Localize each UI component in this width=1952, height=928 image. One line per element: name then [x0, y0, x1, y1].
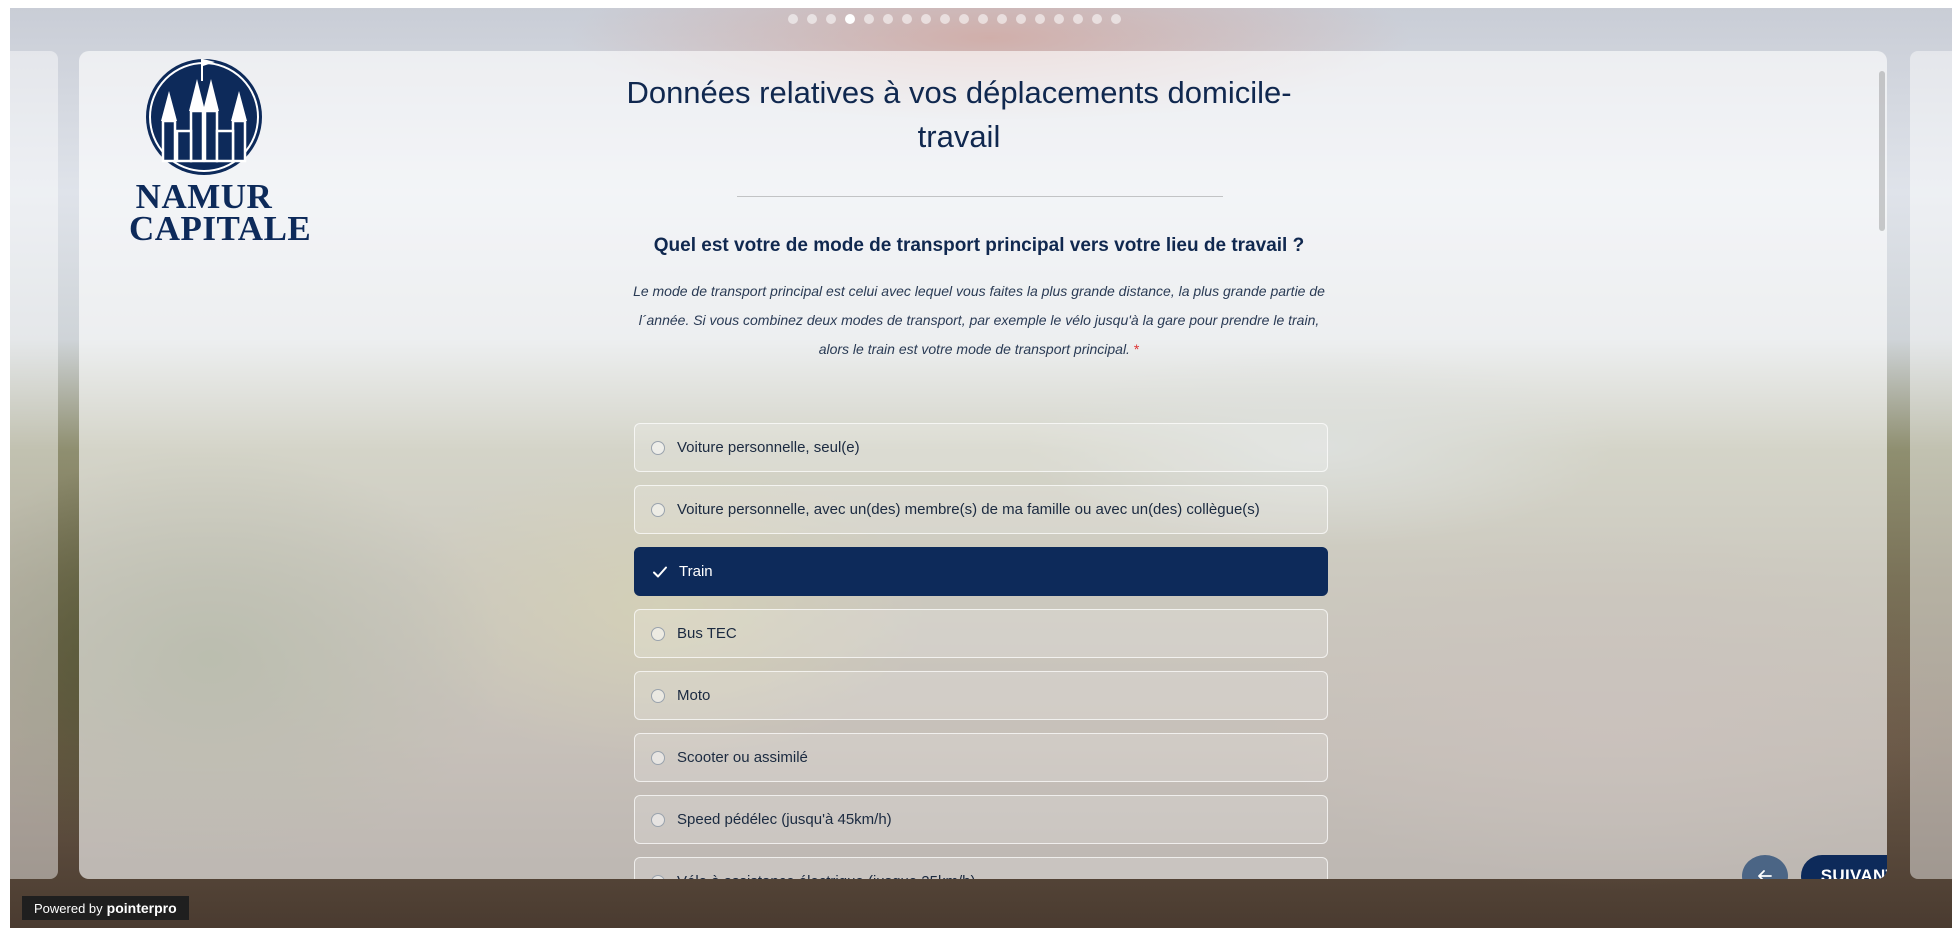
progress-dot [940, 14, 950, 24]
radio-icon [651, 688, 665, 703]
progress-dot [978, 14, 988, 24]
radio-icon [651, 440, 665, 455]
answer-option-label: Moto [677, 687, 711, 704]
progress-dot [845, 14, 855, 24]
powered-prefix: Powered by [34, 900, 103, 916]
powered-by-badge[interactable]: Powered by pointerpro [22, 896, 189, 920]
progress-dot [921, 14, 931, 24]
answer-option-label: Bus TEC [677, 625, 737, 642]
next-button[interactable]: SUIVANT [1801, 855, 1887, 879]
previous-card-peek [10, 51, 58, 879]
progress-dot [959, 14, 969, 24]
arrow-left-icon [1758, 870, 1772, 879]
progress-dot [902, 14, 912, 24]
survey-card: NAMUR CAPITALE Données relatives à vos d… [79, 51, 1887, 879]
progress-dot [997, 14, 1007, 24]
progress-dot [1016, 14, 1026, 24]
question-help-text: Le mode de transport principal est celui… [633, 283, 1325, 357]
answer-option-label: Speed pédélec (jusqu'à 45km/h) [677, 811, 892, 828]
answer-option[interactable]: Scooter ou assimilé [634, 733, 1328, 782]
radio-icon [651, 626, 665, 641]
radio-icon [651, 750, 665, 765]
radio-icon [651, 874, 665, 879]
castle-icon [146, 59, 262, 175]
progress-dot [826, 14, 836, 24]
progress-dot [788, 14, 798, 24]
answer-option-label: Voiture personnelle, seul(e) [677, 439, 860, 456]
namur-capitale-logo: NAMUR CAPITALE [129, 51, 312, 248]
progress-dots [788, 14, 1121, 24]
answer-option[interactable]: Train [634, 547, 1328, 596]
checkmark-icon [651, 563, 669, 581]
radio-icon [651, 812, 665, 827]
logo-wordmark: NAMUR CAPITALE [129, 177, 312, 248]
progress-dot [807, 14, 817, 24]
progress-dot [883, 14, 893, 24]
answer-option[interactable]: Voiture personnelle, avec un(des) membre… [634, 485, 1328, 534]
answer-option-label: Scooter ou assimilé [677, 749, 808, 766]
required-mark: * [1133, 341, 1140, 357]
radio-icon [651, 502, 665, 517]
answer-option[interactable]: Moto [634, 671, 1328, 720]
answer-option-label: Train [679, 563, 713, 580]
answer-option[interactable]: Speed pédélec (jusqu'à 45km/h) [634, 795, 1328, 844]
question-label: Quel est votre de mode de transport prin… [653, 235, 1305, 256]
title-divider [737, 196, 1223, 197]
answer-option[interactable]: Bus TEC [634, 609, 1328, 658]
answer-option[interactable]: Vélo à assistance électrique (jusque 25k… [634, 857, 1328, 879]
back-button[interactable] [1742, 855, 1788, 879]
section-title: Données relatives à vos déplacements dom… [626, 75, 1292, 154]
card-scrollbar[interactable] [1879, 71, 1885, 231]
answer-option-label: Voiture personnelle, avec un(des) membre… [677, 501, 1260, 518]
progress-dot [1092, 14, 1102, 24]
progress-dot [1111, 14, 1121, 24]
answer-option[interactable]: Voiture personnelle, seul(e) [634, 423, 1328, 472]
progress-dot [864, 14, 874, 24]
answer-option-label: Vélo à assistance électrique (jusque 25k… [677, 873, 976, 879]
answer-options: Voiture personnelle, seul(e) Voiture pers… [634, 423, 1328, 879]
pointerpro-brand: pointerpro [106, 900, 177, 916]
next-card-peek [1910, 51, 1952, 879]
progress-dot [1073, 14, 1083, 24]
progress-dot [1035, 14, 1045, 24]
progress-dot [1054, 14, 1064, 24]
